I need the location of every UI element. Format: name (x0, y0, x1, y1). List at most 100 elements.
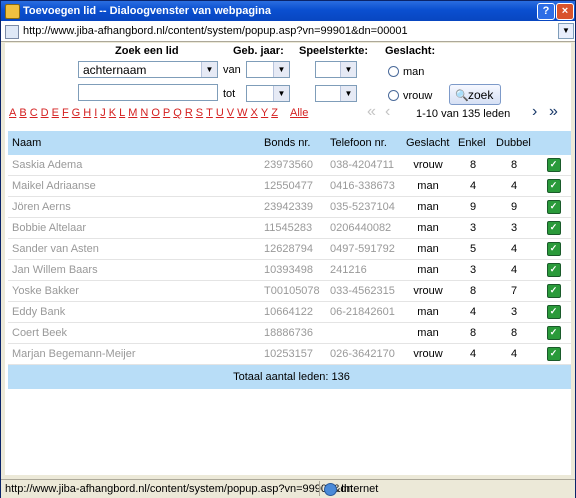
cell-telefoon (326, 322, 402, 344)
check-icon[interactable]: ✓ (546, 326, 561, 340)
cell-bonds: 12628794 (260, 238, 326, 260)
cell-select: ✓ (536, 301, 571, 323)
letter-link[interactable]: F (62, 107, 69, 119)
search-field-select[interactable]: achternaam ▼ (78, 61, 218, 78)
letter-link[interactable]: J (100, 107, 106, 119)
table-row[interactable]: Yoske Bakker T00105078 033-4562315 vrouw… (8, 280, 571, 302)
letter-link[interactable]: K (109, 107, 116, 119)
table-row[interactable]: Maikel Adriaanse 12550477 0416-338673 ma… (8, 175, 571, 197)
col-geslacht[interactable]: Geslacht (402, 131, 454, 155)
letter-link[interactable]: C (30, 107, 38, 119)
table-row[interactable]: Coert Beek 18886736 man 8 8 ✓ (8, 322, 571, 344)
cell-telefoon: 035-5237104 (326, 196, 402, 218)
cell-select: ✓ (536, 175, 571, 197)
col-enkel[interactable]: Enkel (454, 131, 492, 155)
check-icon[interactable]: ✓ (546, 347, 561, 361)
table-row[interactable]: Saskia Adema 23973560 038-4204711 vrouw … (8, 155, 571, 176)
table-row[interactable]: Jören Aerns 23942339 035-5237104 man 9 9… (8, 196, 571, 218)
geb-jaar-tot-select[interactable]: ▼ (246, 85, 290, 102)
letter-link[interactable]: V (227, 107, 234, 119)
title-bar[interactable]: Toevoegen lid -- Dialoogvenster van webp… (1, 1, 575, 21)
chevron-down-icon[interactable]: ▼ (340, 62, 356, 77)
letter-link[interactable]: T (206, 107, 213, 119)
status-url: http://www.jiba-afhangbord.nl/content/sy… (5, 483, 353, 495)
chevron-down-icon[interactable]: ▼ (340, 86, 356, 101)
chevron-down-icon[interactable]: ▼ (558, 23, 574, 39)
cell-dubbel: 4 (492, 343, 536, 365)
check-icon[interactable]: ✓ (546, 305, 561, 319)
cell-dubbel: 8 (492, 322, 536, 344)
letter-link[interactable]: W (237, 107, 247, 119)
table-row[interactable]: Bobbie Altelaar 11545283 0206440082 man … (8, 217, 571, 239)
letter-link[interactable]: U (216, 107, 224, 119)
geslacht-label: Geslacht: (385, 45, 436, 57)
check-icon[interactable]: ✓ (546, 221, 561, 235)
status-bar: http://www.jiba-afhangbord.nl/content/sy… (1, 479, 575, 498)
letter-link[interactable]: Q (173, 107, 182, 119)
check-icon[interactable]: ✓ (546, 263, 561, 277)
letter-link[interactable]: R (185, 107, 193, 119)
table-row[interactable]: Jan Willem Baars 10393498 241216 man 3 4… (8, 259, 571, 281)
cell-dubbel: 4 (492, 175, 536, 197)
chevron-down-icon[interactable]: ▼ (273, 62, 289, 77)
check-icon[interactable]: ✓ (546, 200, 561, 214)
col-bonds[interactable]: Bonds nr. (260, 131, 326, 155)
chevron-down-icon[interactable]: ▼ (201, 62, 217, 77)
table-footer-row: Totaal aantal leden: 136 (8, 364, 571, 389)
letter-link[interactable]: H (83, 107, 91, 119)
speelsterkte-tot-select[interactable]: ▼ (315, 85, 357, 102)
check-icon[interactable]: ✓ (546, 242, 561, 256)
letter-link[interactable]: Z (271, 107, 278, 119)
last-page-icon[interactable]: » (549, 103, 558, 121)
cell-enkel: 5 (454, 238, 492, 260)
radio-man[interactable] (388, 66, 399, 77)
zoek-label: Zoek een lid (115, 45, 179, 57)
radio-vrouw[interactable] (388, 90, 399, 101)
speelsterkte-van-select[interactable]: ▼ (315, 61, 357, 78)
letter-link[interactable]: I (94, 107, 97, 119)
cell-bonds: T00105078 (260, 280, 326, 302)
col-telefoon[interactable]: Telefoon nr. (326, 131, 402, 155)
cell-naam: Eddy Bank (8, 301, 260, 323)
zoek-button[interactable]: 🔍 zoek (449, 84, 501, 105)
address-bar: http://www.jiba-afhangbord.nl/content/sy… (1, 21, 575, 42)
geb-jaar-van-select[interactable]: ▼ (246, 61, 290, 78)
check-icon[interactable]: ✓ (546, 179, 561, 193)
letter-link[interactable]: A (9, 107, 16, 119)
next-page-icon[interactable]: › (532, 103, 537, 121)
letter-link[interactable]: G (72, 107, 81, 119)
letter-link[interactable]: S (196, 107, 203, 119)
table-row[interactable]: Marjan Begemann-Meijer 10253157 026-3642… (8, 343, 571, 365)
close-icon[interactable]: × (556, 3, 574, 20)
letter-link[interactable]: Y (261, 107, 268, 119)
cell-select: ✓ (536, 217, 571, 239)
letter-link[interactable]: B (19, 107, 26, 119)
first-page-icon[interactable]: « (367, 103, 376, 121)
table-row[interactable]: Eddy Bank 10664122 06-21842601 man 4 3 ✓ (8, 301, 571, 323)
help-icon[interactable]: ? (537, 3, 555, 20)
cell-naam: Jören Aerns (8, 196, 260, 218)
letter-link[interactable]: E (52, 107, 59, 119)
letter-link[interactable]: M (128, 107, 137, 119)
check-icon[interactable]: ✓ (546, 158, 561, 172)
letter-link[interactable]: O (151, 107, 160, 119)
cell-bonds: 10393498 (260, 259, 326, 281)
col-naam[interactable]: Naam (8, 131, 260, 155)
cell-select: ✓ (536, 196, 571, 218)
letter-link[interactable]: D (41, 107, 49, 119)
search-input[interactable] (78, 84, 218, 101)
alle-link[interactable]: Alle (290, 107, 308, 119)
check-icon[interactable]: ✓ (546, 284, 561, 298)
letter-link[interactable]: L (119, 107, 125, 119)
cell-geslacht: man (402, 217, 454, 239)
letter-link[interactable]: N (140, 107, 148, 119)
letter-link[interactable]: P (163, 107, 170, 119)
table-row[interactable]: Sander van Asten 12628794 0497-591792 ma… (8, 238, 571, 260)
chevron-down-icon[interactable]: ▼ (273, 86, 289, 101)
prev-page-icon[interactable]: ‹ (385, 103, 390, 121)
col-dubbel[interactable]: Dubbel (492, 131, 536, 155)
letter-link[interactable]: X (251, 107, 258, 119)
cell-select: ✓ (536, 322, 571, 344)
cell-geslacht: man (402, 322, 454, 344)
cell-naam: Coert Beek (8, 322, 260, 344)
